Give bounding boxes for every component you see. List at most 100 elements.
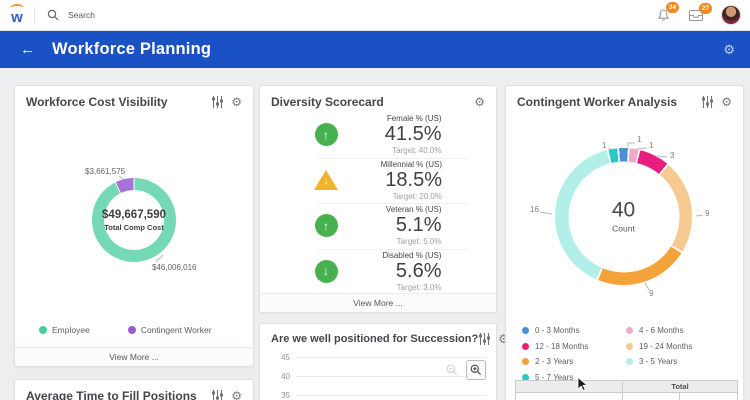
segment-count-4-6-months: 1 xyxy=(649,141,654,150)
card-settings-gear-icon[interactable]: ⚙ xyxy=(721,96,732,108)
card-header: Are we well positioned for Succession? ⚙ xyxy=(260,324,509,350)
metric-label: Millennial % (US) xyxy=(380,159,442,169)
zoom-in-button[interactable] xyxy=(466,360,486,380)
y-axis-tick-35: 35 xyxy=(270,390,486,400)
chart-zoom-controls xyxy=(443,360,486,380)
metric-row-veteran: ↑ Veteran % (US) 5.1% Target: 5.0% xyxy=(260,203,496,249)
trend-down-icon: ↓ xyxy=(314,259,338,283)
inbox-button[interactable]: 27 xyxy=(688,2,712,22)
topbar-divider xyxy=(34,6,35,24)
metric-label: Veteran % (US) xyxy=(385,205,442,215)
legend-label: 2 - 3 Years xyxy=(535,357,574,367)
donut-center: 40 Count xyxy=(568,161,679,272)
legend-label: 19 - 24 Months xyxy=(639,341,693,351)
donut-legend: 0 - 3 Months 12 - 18 Months 2 - 3 Years 5 -… xyxy=(522,323,692,385)
table-cell xyxy=(680,393,738,400)
metric-value: 41.5% xyxy=(384,123,442,146)
legend-item: 0 - 3 Months xyxy=(522,326,626,335)
filter-sliders-icon[interactable] xyxy=(478,333,491,345)
filter-sliders-icon[interactable] xyxy=(211,390,224,400)
metric-text: Disabled % (US) 5.6% Target: 3.0% xyxy=(350,251,442,292)
segment-count-19-24-months: 9 xyxy=(705,209,710,218)
contingent-tenure-donut-chart[interactable]: 40 Count xyxy=(555,148,692,285)
gridline xyxy=(296,394,486,396)
view-more-link[interactable]: View More ... xyxy=(15,347,253,366)
segment-count-2-3-years: 9 xyxy=(649,289,654,298)
card-title: Average Time to Fill Positions xyxy=(26,389,197,400)
metric-text: Veteran % (US) 5.1% Target: 5.0% xyxy=(350,205,442,246)
legend-dot-icon xyxy=(522,358,529,366)
card-header: Diversity Scorecard ⚙ xyxy=(260,86,496,114)
count-label: Count xyxy=(612,223,635,234)
filter-sliders-icon[interactable] xyxy=(701,96,714,108)
legend-label: 4 - 6 Months xyxy=(639,326,684,336)
legend-dot-icon xyxy=(626,327,633,335)
legend-dot-icon xyxy=(39,326,47,334)
legend-item: 2 - 3 Years xyxy=(522,357,626,366)
table-header-total-cell: Total xyxy=(623,380,738,393)
table-header-row: Total xyxy=(515,380,738,393)
workday-logo-arc-icon xyxy=(10,4,24,12)
legend-item: 3 - 5 Years xyxy=(626,357,692,366)
segment-count-3-5-years: 16 xyxy=(530,205,539,214)
total-comp-donut-chart[interactable]: $49,667,590 Total Comp Cost xyxy=(92,178,176,262)
table-header-empty-cell xyxy=(515,380,623,393)
gridline xyxy=(296,356,486,358)
card-settings-gear-icon[interactable]: ⚙ xyxy=(231,390,242,400)
segment-count-0-3-months: 1 xyxy=(637,135,642,144)
global-search[interactable] xyxy=(47,9,656,21)
legend-label: Employee xyxy=(52,325,90,335)
metric-row-disabled: ↓ Disabled % (US) 5.6% Target: 3.0% xyxy=(260,248,496,295)
user-avatar[interactable] xyxy=(721,5,741,25)
metric-value: 5.1% xyxy=(395,214,442,237)
metric-row-female: ↑ Female % (US) 41.5% Target: 40.0% xyxy=(260,112,496,158)
card-title: Contingent Worker Analysis xyxy=(517,95,678,109)
legend-dot-icon xyxy=(522,327,529,335)
card-workforce-cost-visibility: Workforce Cost Visibility ⚙ $3,661,575 $… xyxy=(14,85,254,367)
legend-item: 19 - 24 Months xyxy=(626,342,692,351)
notification-badge: 34 xyxy=(666,1,679,13)
magnifier-minus-icon xyxy=(446,364,458,376)
card-diversity-scorecard: Diversity Scorecard ⚙ ↑ Female % (US) 41… xyxy=(259,85,497,313)
card-settings-gear-icon[interactable]: ⚙ xyxy=(474,96,485,108)
legend-dot-icon xyxy=(522,342,529,350)
scorecard-metrics: ↑ Female % (US) 41.5% Target: 40.0% ↓ Mi… xyxy=(260,112,496,294)
legend-label: Contingent Worker xyxy=(140,325,212,335)
page-title: Workforce Planning xyxy=(52,39,212,58)
metric-text: Millennial % (US) 18.5% Target: 20.0% xyxy=(350,160,442,201)
card-header-icons: ⚙ xyxy=(211,390,242,400)
workday-logo[interactable]: w xyxy=(0,0,34,30)
donut-legend: Employee Contingent Worker xyxy=(39,325,212,335)
card-header-icons: ⚙ xyxy=(701,96,732,108)
page-settings-gear-icon[interactable]: ⚙ xyxy=(723,43,735,56)
legend-dot-icon xyxy=(127,326,136,334)
view-more-link[interactable]: View More ... xyxy=(260,293,496,312)
back-button[interactable]: ← xyxy=(20,42,35,57)
trend-up-icon: ↑ xyxy=(314,214,338,238)
magnifier-plus-icon xyxy=(470,364,482,376)
top-bar: w 34 27 xyxy=(0,0,750,31)
donut-center: $49,667,590 Total Comp Cost xyxy=(102,190,166,250)
legend-item: Employee xyxy=(39,325,90,335)
search-input[interactable] xyxy=(66,9,270,21)
count-value: 40 xyxy=(611,198,636,222)
card-title: Diversity Scorecard xyxy=(271,95,384,109)
table-row xyxy=(515,393,738,400)
zoom-out-button[interactable] xyxy=(443,361,461,379)
donut-segment-label-employee: $46,006,016 xyxy=(152,263,197,272)
metric-value: 18.5% xyxy=(385,168,442,191)
metric-target: Target: 5.0% xyxy=(396,237,442,247)
legend-label: 3 - 5 Years xyxy=(639,357,678,367)
card-header-icons: ⚙ xyxy=(211,96,242,108)
card-succession: Are we well positioned for Succession? ⚙… xyxy=(259,323,509,400)
card-contingent-worker-analysis: Contingent Worker Analysis ⚙ 16 9 9 1 1 … xyxy=(505,85,744,400)
total-comp-value: $49,667,590 xyxy=(102,208,166,221)
card-average-time-to-fill: Average Time to Fill Positions ⚙ xyxy=(14,379,254,400)
notifications-button[interactable]: 34 xyxy=(656,1,679,23)
filter-sliders-icon[interactable] xyxy=(211,96,224,108)
card-settings-gear-icon[interactable]: ⚙ xyxy=(231,96,242,108)
metric-value: 5.6% xyxy=(395,259,442,282)
legend-dot-icon xyxy=(626,342,633,350)
card-header: Workforce Cost Visibility ⚙ xyxy=(15,86,253,114)
trend-up-icon: ↑ xyxy=(314,123,338,147)
